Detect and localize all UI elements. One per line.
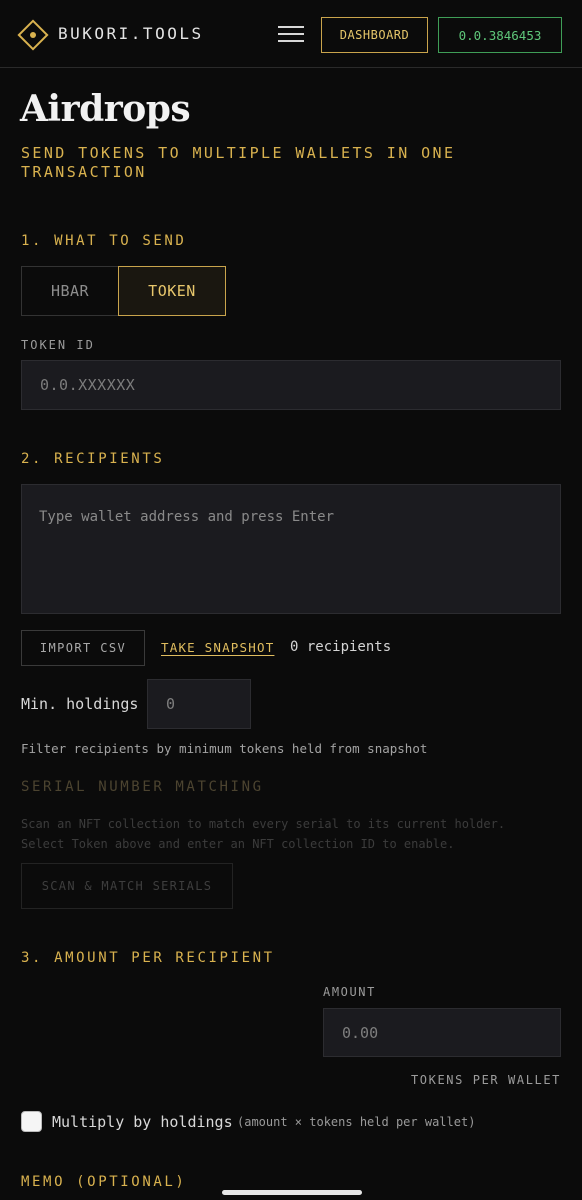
multiply-by-holdings-label[interactable]: Multiply by holdings [52,1113,233,1131]
wallet-account-button[interactable]: 0.0.3846453 [438,17,562,53]
serial-note-line-1: Scan an NFT collection to match every se… [21,817,506,831]
amount-placeholder: 0.00 [342,1023,379,1042]
serial-matching-note: Scan an NFT collection to match every se… [21,814,561,854]
scan-match-serials-button: SCAN & MATCH SERIALS [21,863,233,909]
token-id-input[interactable]: 0.0.XXXXXX [21,360,561,410]
token-id-label: TOKEN ID [21,338,95,352]
hbar-option-button[interactable]: HBAR [21,266,119,316]
token-option-button[interactable]: TOKEN [118,266,226,316]
multiply-by-holdings-checkbox[interactable] [21,1111,42,1132]
menu-icon[interactable] [278,24,304,44]
brand-name[interactable]: BUKORI.TOOLS [58,24,204,43]
take-snapshot-link[interactable]: TAKE SNAPSHOT [161,640,274,655]
amount-input[interactable]: 0.00 [323,1008,561,1057]
recipients-placeholder: Type wallet address and press Enter [39,509,335,525]
serial-matching-title: SERIAL NUMBER MATCHING [21,779,264,795]
serial-note-line-2: Select Token above and enter an NFT coll… [21,837,455,851]
min-holdings-label: Min. holdings [21,695,139,713]
home-indicator[interactable] [222,1190,362,1195]
section-what-to-send-title: 1. WHAT TO SEND [21,233,187,249]
min-holdings-note: Filter recipients by minimum tokens held… [21,741,428,756]
multiply-by-holdings-hint: (amount × tokens held per wallet) [237,1115,476,1129]
top-bar: BUKORI.TOOLS DASHBOARD 0.0.3846453 [0,0,582,68]
memo-section-title: MEMO (OPTIONAL) [21,1174,187,1190]
dashboard-button[interactable]: DASHBOARD [321,17,428,53]
page-title: Airdrops [20,88,191,130]
amount-unit-label: TOKENS PER WALLET [410,1073,561,1087]
min-holdings-input[interactable]: 0 [147,679,251,729]
recipient-count: 0 recipients [290,639,392,655]
diamond-logo-icon[interactable] [16,18,50,52]
min-holdings-placeholder: 0 [166,695,176,713]
section-amount-title: 3. AMOUNT PER RECIPIENT [21,950,275,966]
page-subtitle: SEND TOKENS TO MULTIPLE WALLETS IN ONE T… [21,144,456,181]
import-csv-button[interactable]: IMPORT CSV [21,630,145,666]
section-recipients-title: 2. RECIPIENTS [21,451,165,467]
recipients-input[interactable]: Type wallet address and press Enter [21,484,561,614]
token-id-placeholder: 0.0.XXXXXX [40,376,136,394]
amount-label: AMOUNT [323,985,376,999]
